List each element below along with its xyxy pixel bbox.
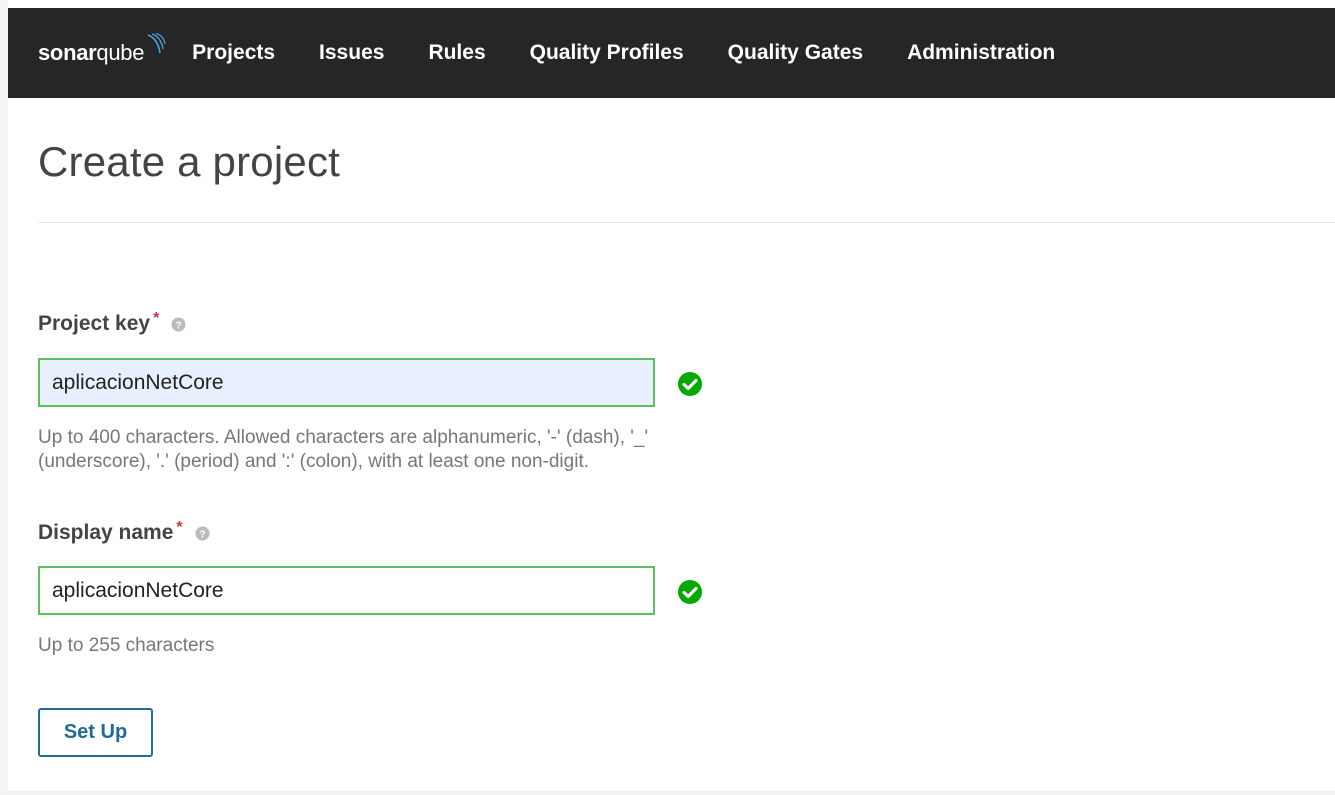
svg-text:?: ? — [176, 320, 182, 331]
nav-administration[interactable]: Administration — [907, 41, 1055, 65]
display-name-label-row: Display name * ? — [38, 519, 210, 545]
project-key-hint: Up to 400 characters. Allowed characters… — [38, 426, 878, 474]
page: sonar qube Projects Issues Rules Quality … — [0, 0, 1335, 795]
top-navbar: sonar qube Projects Issues Rules Quality … — [8, 8, 1335, 98]
check-circle-icon — [678, 580, 702, 604]
svg-text:?: ? — [199, 529, 205, 540]
nav-issues[interactable]: Issues — [319, 41, 384, 65]
display-name-input[interactable] — [38, 566, 655, 615]
project-key-label: Project key — [38, 312, 151, 335]
project-key-input[interactable] — [38, 358, 655, 407]
page-title: Create a project — [38, 138, 341, 185]
left-border — [0, 0, 8, 795]
display-name-hint: Up to 255 characters — [38, 635, 215, 656]
nav-quality-gates[interactable]: Quality Gates — [728, 41, 863, 65]
logo-text-bold: sonar — [38, 40, 97, 65]
required-mark: * — [176, 519, 183, 536]
nav-projects[interactable]: Projects — [192, 41, 275, 65]
logo-waves-icon — [147, 33, 166, 54]
check-circle-icon — [678, 372, 702, 396]
project-key-hint-line-1: Up to 400 characters. Allowed characters… — [38, 427, 649, 448]
help-icon[interactable]: ? — [171, 316, 186, 332]
required-mark: * — [153, 310, 160, 327]
nav-quality-profiles[interactable]: Quality Profiles — [530, 41, 684, 65]
nav-rules[interactable]: Rules — [428, 41, 485, 65]
title-divider — [38, 222, 1335, 223]
project-key-label-row: Project key * ? — [38, 310, 186, 336]
sonarqube-logo[interactable]: sonar qube — [38, 8, 166, 98]
bottom-border — [0, 791, 1335, 795]
display-name-label: Display name — [38, 521, 174, 544]
project-key-hint-line-2: (underscore), '.' (period) and ':' (colo… — [38, 451, 589, 472]
logo-text-light: qube — [96, 40, 145, 65]
help-icon[interactable]: ? — [195, 525, 210, 541]
set-up-button[interactable]: Set Up — [38, 708, 153, 757]
